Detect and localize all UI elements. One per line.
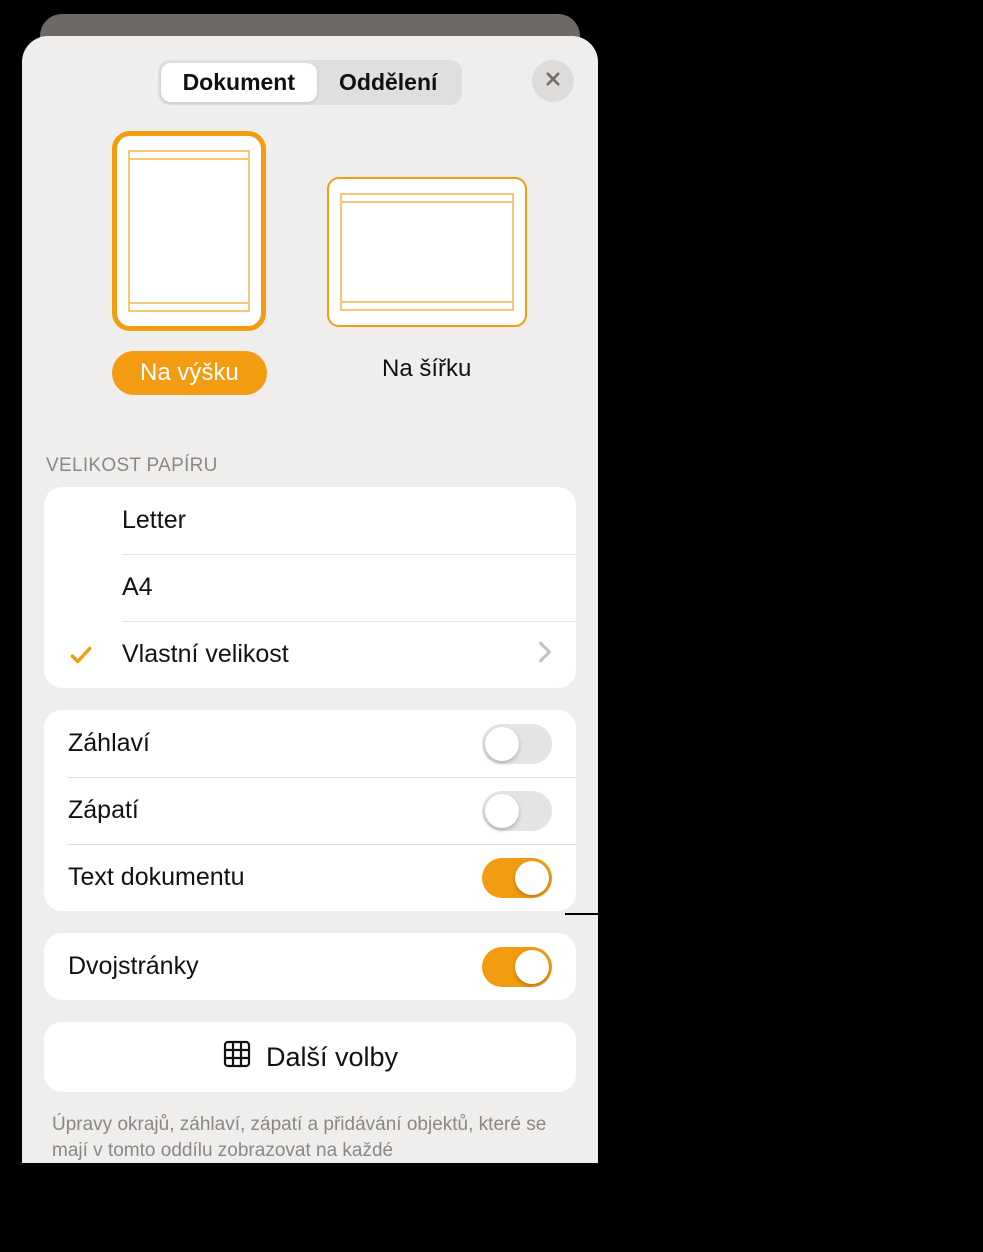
orientation-portrait-label: Na výšku — [112, 351, 267, 395]
row-facing-pages-toggle: Dvojstránky — [44, 933, 576, 1000]
paper-size-a4[interactable]: A4 — [44, 554, 576, 621]
toggle-label: Zápatí — [68, 796, 482, 825]
paper-size-group: Letter A4 Vlastní velikost — [44, 487, 576, 688]
orientation-landscape-label: Na šířku — [382, 347, 471, 391]
more-options-label: Další volby — [266, 1042, 398, 1073]
orientation-landscape[interactable]: Na šířku — [327, 131, 527, 395]
tab-segmented-control: Dokument Oddělení — [158, 60, 463, 105]
portrait-preview-icon — [112, 131, 266, 331]
tab-section[interactable]: Oddělení — [317, 63, 459, 102]
paper-size-label: Letter — [122, 506, 552, 535]
landscape-preview-icon — [327, 177, 527, 327]
facing-pages-group: Dvojstránky — [44, 933, 576, 1000]
sheet-header: Dokument Oddělení — [22, 36, 598, 125]
document-settings-sheet: Dokument Oddělení Na výšku Na šířku VELI… — [22, 36, 598, 1163]
row-body-text-toggle: Text dokumentu — [44, 844, 576, 911]
tab-document[interactable]: Dokument — [161, 63, 317, 102]
checkmark-icon — [68, 642, 122, 668]
callout-text: Pokud je označeno zaškrtávací políčko Te… — [636, 892, 966, 1065]
facing-pages-toggle[interactable] — [482, 947, 552, 987]
body-text-toggle[interactable] — [482, 858, 552, 898]
more-options-footnote: Úpravy okrajů, záhlaví, zápatí a přidává… — [22, 1104, 598, 1163]
background-sheet — [40, 14, 580, 38]
orientation-picker: Na výšku Na šířku — [22, 125, 598, 419]
callout-leader-line — [565, 913, 630, 915]
toggle-label: Záhlaví — [68, 729, 482, 758]
header-footer-group: Záhlaví Zápatí Text dokumentu — [44, 710, 576, 911]
header-toggle[interactable] — [482, 724, 552, 764]
close-button[interactable] — [532, 60, 574, 102]
paper-size-custom[interactable]: Vlastní velikost — [44, 621, 576, 688]
toggle-label: Text dokumentu — [68, 863, 482, 892]
paper-size-label: Vlastní velikost — [122, 640, 530, 669]
more-options-button[interactable]: Další volby — [44, 1022, 576, 1092]
toggle-label: Dvojstránky — [68, 952, 482, 981]
paper-size-label: A4 — [122, 573, 552, 602]
close-icon — [544, 70, 562, 93]
orientation-portrait[interactable]: Na výšku — [112, 131, 267, 395]
footer-toggle[interactable] — [482, 791, 552, 831]
row-header-toggle: Záhlaví — [44, 710, 576, 777]
paper-size-header: VELIKOST PAPÍRU — [22, 419, 598, 487]
paper-size-letter[interactable]: Letter — [44, 487, 576, 554]
chevron-right-icon — [538, 641, 552, 668]
row-footer-toggle: Zápatí — [44, 777, 576, 844]
grid-icon — [222, 1039, 252, 1076]
